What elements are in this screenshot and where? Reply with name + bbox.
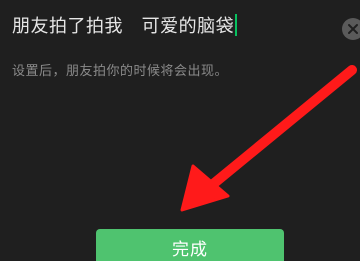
- done-button[interactable]: 完成: [96, 229, 284, 261]
- pat-settings-screen: 朋友拍了拍我 可爱的脑袋 设置后，朋友拍你的时候将会出现。 完成: [0, 0, 360, 261]
- arrow-icon: [180, 65, 357, 212]
